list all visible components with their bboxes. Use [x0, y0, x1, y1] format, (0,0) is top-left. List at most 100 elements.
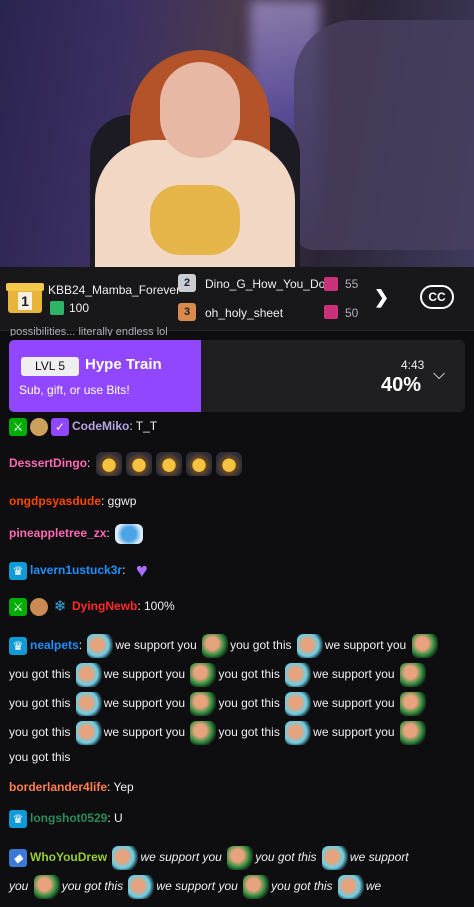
green-emote-icon[interactable] [227, 846, 254, 870]
sweater-print [150, 185, 240, 255]
gift-leaderboard: 1 KBB24_Mamba_Forever 100 2 Dino_G_How_Y… [0, 267, 474, 331]
first-place-count: 100 [69, 301, 90, 315]
green-emote-icon[interactable] [190, 692, 217, 716]
blue-emote-icon[interactable] [128, 875, 155, 899]
hype-train-title: Hype Train [85, 356, 162, 373]
chat-username[interactable]: lavern1ustuck3r [30, 563, 122, 577]
chat-text: we support you [103, 696, 186, 711]
blue-emote-icon[interactable] [285, 692, 312, 716]
verified-badge-icon[interactable]: ✓ [51, 418, 69, 436]
blue-emote-icon[interactable] [87, 634, 114, 658]
partial-chat-message: possibilities... literally endless lol [10, 326, 168, 336]
chat-text: we support you [156, 879, 238, 894]
chat-message: ♛ longshot0529: U [9, 810, 123, 828]
first-place-user[interactable]: KBB24_Mamba_Forever [48, 283, 180, 297]
chat-text: you got this [271, 879, 333, 894]
blue-emote-icon[interactable] [112, 846, 139, 870]
crown-badge-icon[interactable]: ♛ [9, 562, 27, 580]
blue-emote-icon[interactable] [75, 721, 102, 745]
green-emote-icon[interactable] [33, 875, 60, 899]
second-place-rank-icon: 2 [178, 274, 196, 292]
chat-text: we support you [324, 638, 407, 653]
blue-emote-icon[interactable] [285, 663, 312, 687]
chat-text: : U [107, 811, 123, 826]
chat-message: pineappletree_zx: [9, 524, 145, 544]
chat-text: you got this [218, 667, 280, 682]
chat-message: DessertDingo: [9, 452, 244, 476]
chat-username[interactable]: nealpets [30, 638, 79, 652]
snowflake-badge-icon[interactable]: ❄ [51, 598, 69, 616]
third-place-rank-icon: 3 [178, 303, 196, 321]
second-place-user[interactable]: Dino_G_How_You_Doin [205, 277, 335, 291]
gift-icon [324, 277, 338, 291]
chat-username[interactable]: DessertDingo [9, 456, 87, 470]
chat-text: you got this [9, 667, 71, 682]
diamond-badge-icon[interactable]: ◆ [9, 849, 27, 867]
chat-text: you got this [218, 725, 280, 740]
blue-emote-icon[interactable] [296, 634, 323, 658]
chat-username[interactable]: borderlander4life [9, 780, 107, 794]
chat-text: we support you [103, 667, 186, 682]
chat-message: ongdpsyasdude: ggwp [9, 494, 136, 508]
blue-emote-icon[interactable] [337, 875, 364, 899]
chat-text: we support you [313, 696, 395, 711]
flower-emote-icon[interactable] [185, 452, 212, 476]
crown-badge-icon[interactable]: ♛ [9, 810, 27, 828]
character-badge-icon[interactable] [30, 598, 48, 616]
blue-emote-icon[interactable] [75, 663, 102, 687]
chat-text: you got this [255, 850, 317, 865]
chat-username[interactable]: ongdpsyasdude [9, 494, 101, 508]
hype-train-banner[interactable]: LVL 5 Hype Train Sub, gift, or use Bits!… [9, 340, 465, 412]
first-place-gift-icon: 1 [6, 279, 44, 313]
blue-emote-icon[interactable] [321, 846, 348, 870]
chat-text: we support you [313, 725, 395, 740]
chat-message-line: you got this we support you you got this… [9, 692, 428, 716]
purple-heart-emote-icon[interactable]: ♥ [131, 561, 153, 581]
chat-text: you got this [230, 638, 292, 653]
flower-emote-icon[interactable] [125, 452, 152, 476]
chat-username[interactable]: CodeMiko [72, 419, 129, 433]
chat-text: you got this [61, 879, 124, 894]
hype-train-timer: 4:43 [401, 358, 425, 372]
chat-message-line: you got this we support you you got this… [9, 663, 428, 687]
chat-text: you got this [9, 725, 71, 740]
chat-text: : T_T [129, 419, 158, 434]
green-emote-icon[interactable] [399, 663, 426, 687]
blue-emote-icon[interactable] [75, 692, 102, 716]
green-emote-icon[interactable] [399, 721, 426, 745]
chat-message-line: ♛ nealpets: we support you you got this w… [9, 634, 440, 658]
chat-message: ⚔ ✓ CodeMiko: T_T [9, 418, 157, 436]
hype-train-level: LVL 5 [21, 357, 79, 376]
gift-icon [324, 305, 338, 319]
green-emote-icon[interactable] [243, 875, 270, 899]
green-emote-icon[interactable] [190, 663, 217, 687]
flower-emote-icon[interactable] [215, 452, 242, 476]
third-place-user[interactable]: oh_holy_sheet [205, 306, 283, 320]
crown-badge-icon[interactable]: ♛ [9, 637, 27, 655]
flower-emote-icon[interactable] [155, 452, 182, 476]
closed-captions-button[interactable]: CC [420, 285, 454, 309]
green-emote-icon[interactable] [411, 634, 438, 658]
chat-username[interactable]: pineappletree_zx [9, 526, 106, 540]
stream-video[interactable] [0, 0, 474, 267]
chat-username[interactable]: WhoYouDrew [30, 850, 107, 864]
chevron-down-icon[interactable]: ⌵ [433, 366, 445, 384]
sword-badge-icon[interactable]: ⚔ [9, 418, 27, 436]
blue-emote-icon[interactable] [285, 721, 312, 745]
green-emote-icon[interactable] [399, 692, 426, 716]
hype-train-progress: 40% [381, 374, 422, 396]
hype-train-subtitle: Sub, gift, or use Bits! [19, 383, 130, 397]
heart-hands-emote-icon[interactable] [115, 524, 144, 544]
chevron-right-icon[interactable]: ❯ [374, 287, 389, 308]
chat-text: we support you [115, 638, 197, 653]
chat-text: we [365, 879, 382, 894]
green-emote-icon[interactable] [190, 721, 217, 745]
chat-message-line: you got this we support you you got this… [9, 721, 428, 745]
cat-badge-icon[interactable] [30, 418, 48, 436]
chat-username[interactable]: DyingNewb [72, 599, 137, 613]
chat-username[interactable]: longshot0529 [30, 811, 107, 825]
sword-badge-icon[interactable]: ⚔ [9, 598, 27, 616]
chat-text: we support [349, 850, 409, 865]
flower-emote-icon[interactable] [95, 452, 122, 476]
green-emote-icon[interactable] [202, 634, 229, 658]
